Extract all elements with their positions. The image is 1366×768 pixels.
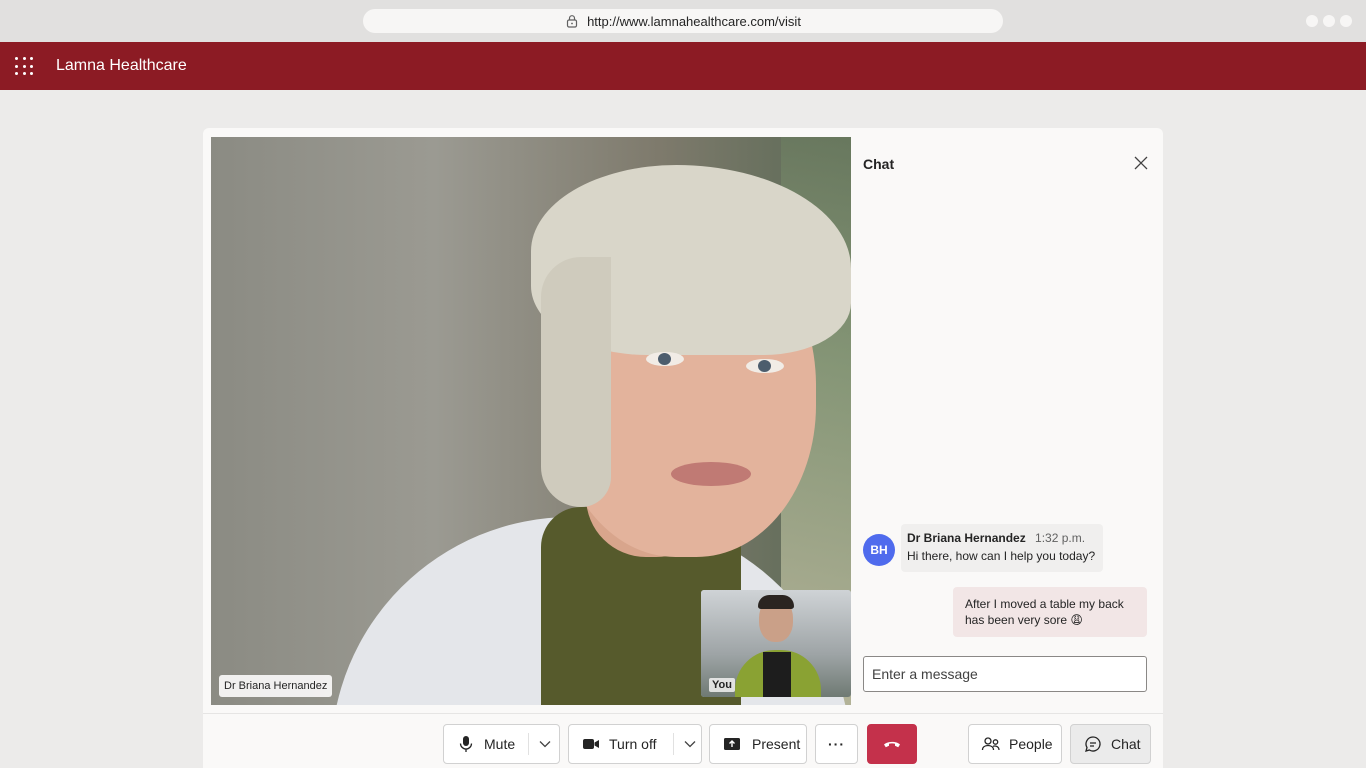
chat-title: Chat bbox=[863, 156, 895, 172]
mute-button[interactable]: Mute bbox=[443, 724, 560, 764]
people-button[interactable]: People bbox=[968, 724, 1062, 764]
microphone-icon bbox=[456, 734, 476, 754]
camera-toggle-button[interactable]: Turn off bbox=[568, 724, 702, 764]
message-sender: Dr Briana Hernandez bbox=[907, 531, 1026, 545]
message-input[interactable] bbox=[863, 656, 1147, 692]
chat-icon bbox=[1083, 734, 1103, 754]
hang-up-icon bbox=[882, 734, 902, 754]
message-text: Hi there, how can I help you today? bbox=[907, 549, 1096, 563]
window-dot[interactable] bbox=[1323, 15, 1335, 27]
call-window: Dr Briana Hernandez You Chat BH Dr Brian… bbox=[203, 128, 1163, 768]
window-controls[interactable] bbox=[1306, 15, 1352, 27]
chat-message: BH Dr Briana Hernandez 1:32 p.m. Hi ther… bbox=[863, 524, 1104, 572]
participant-name-tag: Dr Briana Hernandez bbox=[219, 675, 333, 697]
chat-button[interactable]: Chat bbox=[1070, 724, 1151, 764]
app-title: Lamna Healthcare bbox=[56, 57, 187, 74]
main-video: Dr Briana Hernandez You bbox=[211, 137, 851, 705]
present-button[interactable]: Present bbox=[709, 724, 807, 764]
camera-label: Turn off bbox=[609, 736, 657, 752]
chevron-down-icon[interactable] bbox=[680, 734, 700, 754]
mute-label: Mute bbox=[484, 736, 516, 752]
self-view-video[interactable]: You bbox=[701, 590, 851, 697]
my-message-bubble: After I moved a table my back has been v… bbox=[953, 587, 1147, 637]
message-time: 1:32 p.m. bbox=[1035, 531, 1086, 545]
lock-icon bbox=[565, 14, 579, 28]
browser-bar: http://www.lamnahealthcare.com/visit bbox=[0, 0, 1366, 42]
self-view-label: You bbox=[709, 678, 735, 692]
message-bubble: Dr Briana Hernandez 1:32 p.m. Hi there, … bbox=[901, 524, 1104, 572]
window-dot[interactable] bbox=[1306, 15, 1318, 27]
call-controls: Mute Turn off Present ··· People Chat bbox=[203, 713, 1163, 768]
chat-panel: Chat BH Dr Briana Hernandez 1:32 p.m. Hi… bbox=[863, 128, 1163, 708]
window-dot[interactable] bbox=[1340, 15, 1352, 27]
app-header: Lamna Healthcare bbox=[0, 42, 1366, 90]
hang-up-button[interactable] bbox=[867, 724, 917, 764]
address-bar[interactable]: http://www.lamnahealthcare.com/visit bbox=[363, 9, 1003, 33]
people-label: People bbox=[1009, 736, 1053, 752]
present-label: Present bbox=[752, 736, 801, 752]
chat-label: Chat bbox=[1111, 736, 1141, 752]
share-screen-icon bbox=[722, 734, 742, 754]
chevron-down-icon[interactable] bbox=[535, 734, 555, 754]
more-options-button[interactable]: ··· bbox=[815, 724, 858, 764]
url-text: http://www.lamnahealthcare.com/visit bbox=[587, 13, 801, 29]
avatar: BH bbox=[863, 534, 895, 566]
people-icon bbox=[981, 734, 1001, 754]
waffle-icon[interactable] bbox=[15, 57, 33, 75]
close-icon[interactable] bbox=[1133, 155, 1149, 171]
camera-icon bbox=[581, 734, 601, 754]
more-icon: ··· bbox=[828, 736, 845, 752]
